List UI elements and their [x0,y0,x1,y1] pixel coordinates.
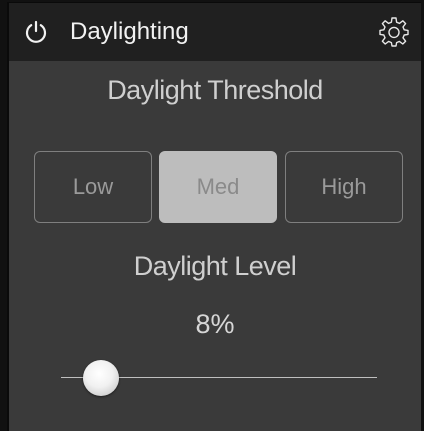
threshold-med-label: Med [196,174,240,199]
threshold-high-label: High [321,174,367,199]
threshold-title: Daylight Threshold [107,75,323,105]
level-title: Daylight Level [133,251,297,281]
threshold-low-button[interactable]: Low [34,151,152,223]
threshold-med-button[interactable]: Med [159,151,277,223]
panel-header: Daylighting [9,3,421,61]
gear-icon[interactable] [379,17,409,47]
level-value: 8% [195,309,235,339]
panel-title: Daylighting [70,18,189,45]
threshold-high-button[interactable]: High [285,151,403,223]
daylight-level-slider[interactable] [61,353,377,403]
daylighting-panel: Daylighting Daylight Threshold Low Med H… [7,2,421,431]
threshold-low-label: Low [72,174,114,199]
power-icon[interactable] [23,19,49,45]
slider-thumb[interactable] [83,360,120,396]
